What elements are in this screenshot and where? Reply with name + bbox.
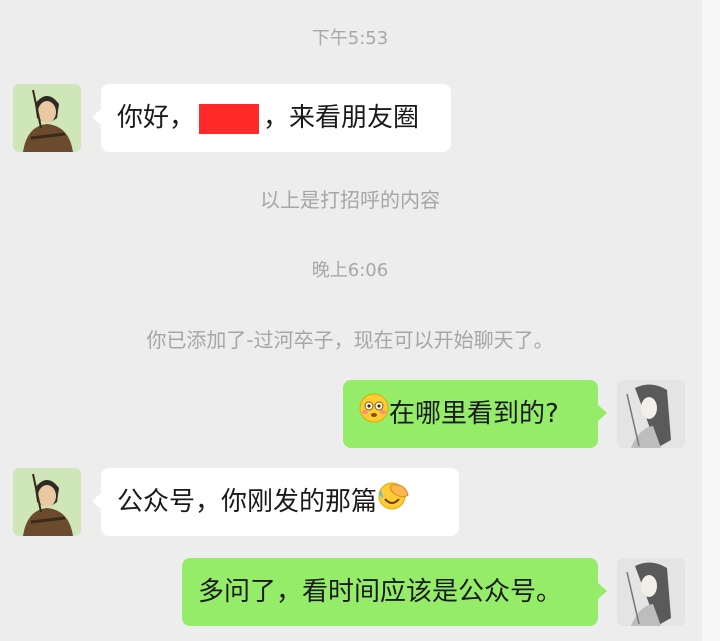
message-text: 多问了，看时间应该是公众号。: [198, 577, 563, 607]
added-friend-notice: 你已添加了-过河卒子，现在可以开始聊天了。: [146, 328, 554, 352]
timestamp: 晚上6:06: [311, 260, 389, 281]
contact-avatar[interactable]: [13, 468, 81, 536]
my-avatar[interactable]: [617, 380, 685, 448]
message-text: ，来看朋友圈: [263, 103, 420, 133]
timestamp: 下午5:53: [311, 28, 389, 49]
redacted-name-block: [199, 103, 260, 134]
chat-window: 下午5:53 你好， ，来看朋友圈 以上是打招呼的内容 晚上6:06 你已添加了-…: [0, 0, 720, 641]
message-bubble-incoming[interactable]: 公众号，你刚发的那篇: [92, 468, 459, 537]
facepalm-icon: [377, 469, 409, 537]
message-bubble-outgoing[interactable]: 在哪里看到的?: [343, 380, 607, 449]
my-avatar[interactable]: [617, 558, 685, 626]
message-text: 公众号，你刚发的那篇: [117, 487, 378, 517]
message-bubble-outgoing[interactable]: 多问了，看时间应该是公众号。: [182, 558, 607, 626]
flushed-face-icon: [359, 381, 389, 449]
message-bubble-incoming[interactable]: 你好， ，来看朋友圈: [92, 84, 451, 152]
contact-avatar[interactable]: [13, 84, 81, 152]
greeting-note: 以上是打招呼的内容: [260, 188, 440, 212]
message-text: 在哪里看到的?: [389, 399, 559, 429]
message-text: 你好，: [117, 103, 196, 133]
scrollbar[interactable]: [702, 0, 720, 641]
